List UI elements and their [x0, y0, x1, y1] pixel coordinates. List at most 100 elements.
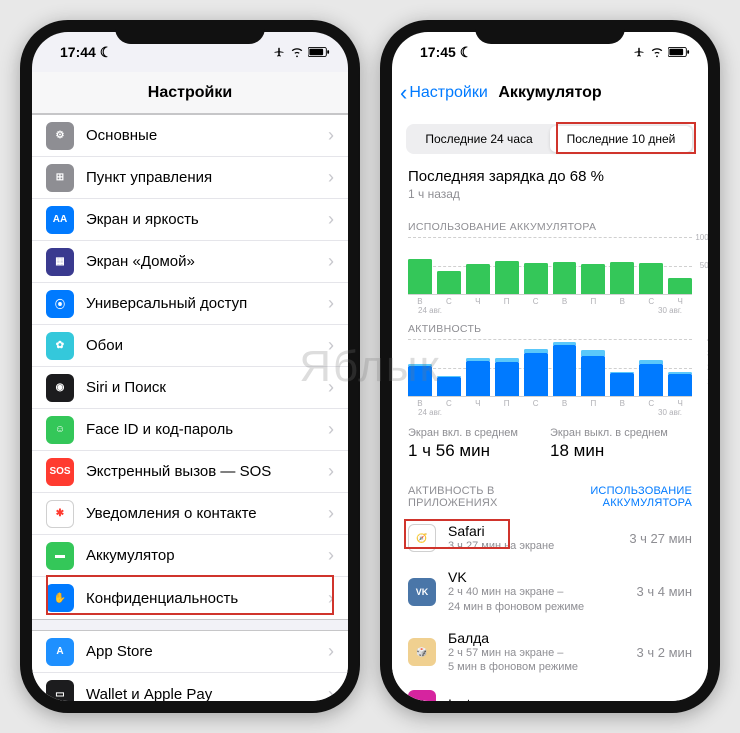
bar — [495, 261, 519, 294]
row-icon: ▬ — [46, 542, 74, 570]
app-row[interactable]: 🎲 Балда2 ч 57 мин на экране –5 мин в фоно… — [392, 622, 708, 683]
settings-row[interactable]: ▬ Аккумулятор› — [32, 535, 348, 577]
stats: Экран вкл. в среднем 1 ч 56 мин Экран вы… — [392, 417, 708, 473]
app-row[interactable]: IGInstagram — [392, 682, 708, 701]
nav-title: Аккумулятор — [498, 84, 601, 102]
screen-left: 17:44 ☾ Настройки ⚙Основные›⊞Пункт управ… — [32, 32, 348, 701]
chevron-right-icon: › — [328, 251, 334, 272]
row-label: Face ID и код-пароль — [86, 421, 328, 438]
nav-back[interactable]: ‹ Настройки — [400, 82, 488, 104]
bar — [581, 264, 605, 294]
usage-chart[interactable]: 100 % 50 % ВСЧПСВПВСЧ 24 авг.30 авг. — [408, 237, 692, 309]
row-icon: ▭ — [46, 680, 74, 701]
app-row[interactable]: 🧭Safari3 ч 27 мин на экране3 ч 27 мин — [392, 515, 708, 561]
settings-row[interactable]: ⦿Универсальный доступ› — [32, 283, 348, 325]
settings-row[interactable]: ▦Экран «Домой»› — [32, 241, 348, 283]
app-icon: 🎲 — [408, 638, 436, 666]
battery-content[interactable]: Последние 24 часа Последние 10 дней Посл… — [392, 114, 708, 701]
last-charge: Последняя зарядка до 68 % 1 ч назад — [392, 158, 708, 207]
phone-left: 17:44 ☾ Настройки ⚙Основные›⊞Пункт управ… — [20, 20, 360, 713]
airplane-icon — [632, 46, 646, 58]
status-time: 17:44 ☾ — [60, 44, 112, 61]
chevron-right-icon: › — [328, 684, 334, 702]
seg-10d[interactable]: Последние 10 дней — [550, 126, 692, 152]
bar — [581, 356, 605, 397]
app-name: Instagram — [448, 696, 692, 701]
bar — [524, 353, 548, 396]
settings-content[interactable]: ⚙Основные›⊞Пункт управления› AA Экран и яр… — [32, 114, 348, 701]
chevron-right-icon: › — [328, 125, 334, 146]
row-icon: ⚙ — [46, 122, 74, 150]
row-label: Уведомления о контакте — [86, 505, 328, 522]
screen-on-label: Экран вкл. в среднем — [408, 427, 550, 439]
chevron-left-icon: ‹ — [400, 82, 407, 104]
row-label: Экран и яркость — [86, 211, 328, 228]
row-icon: ▦ — [46, 248, 74, 276]
tab-app-activity[interactable]: АКТИВНОСТЬ В ПРИЛОЖЕНИЯХ — [408, 485, 570, 509]
chevron-right-icon: › — [328, 545, 334, 566]
settings-row[interactable]: ⊞Пункт управления› — [32, 157, 348, 199]
app-name: VK — [448, 569, 637, 585]
nav-title: Настройки — [148, 84, 232, 102]
settings-row[interactable]: AAЭкран и яркость› — [32, 199, 348, 241]
row-icon: SOS — [46, 458, 74, 486]
app-row[interactable]: VKVK2 ч 40 мин на экране –24 мин в фонов… — [392, 561, 708, 622]
bar — [610, 262, 634, 294]
app-sub: 2 ч 57 мин на экране –5 мин в фоновом ре… — [448, 646, 637, 675]
row-icon: ⦿ — [46, 290, 74, 318]
seg-24h[interactable]: Последние 24 часа — [408, 126, 550, 152]
app-total: 3 ч 27 мин — [629, 531, 692, 546]
y-2h: 2 ч — [707, 363, 708, 372]
settings-row[interactable]: ◉Siri и Поиск› — [32, 367, 348, 409]
status-right — [272, 46, 330, 58]
chevron-right-icon: › — [328, 503, 334, 524]
screen-right: 17:45 ☾ ‹ Настройки Аккумулятор Последни… — [392, 32, 708, 701]
settings-row[interactable]: SOSЭкстренный вызов — SOS› — [32, 451, 348, 493]
wifi-icon — [290, 46, 304, 58]
row-icon: ☺ — [46, 416, 74, 444]
row-label: Универсальный доступ — [86, 295, 328, 312]
settings-row[interactable]: ✿Обои› — [32, 325, 348, 367]
app-icon: VK — [408, 578, 436, 606]
activity-label: АКТИВНОСТЬ — [408, 323, 692, 335]
bar — [639, 263, 663, 294]
screen-off-label: Экран выкл. в среднем — [550, 427, 692, 439]
row-label: Wallet и Apple Pay — [86, 686, 328, 702]
navbar: ‹ Настройки Аккумулятор — [392, 72, 708, 114]
phone-right: 17:45 ☾ ‹ Настройки Аккумулятор Последни… — [380, 20, 720, 713]
y-1h: 1 ч — [707, 377, 708, 386]
settings-row[interactable]: ✋Конфиденциальность› — [32, 577, 348, 619]
row-label: Конфиденциальность — [86, 590, 328, 607]
row-label: Экстренный вызов — SOS — [86, 463, 328, 480]
bar — [668, 278, 692, 294]
settings-row[interactable]: ✱Уведомления о контакте› — [32, 493, 348, 535]
settings-row[interactable]: AApp Store› — [32, 631, 348, 673]
bar — [408, 366, 432, 396]
settings-row[interactable]: ▭ Wallet и Apple Pay› — [32, 673, 348, 701]
row-label: Пункт управления — [86, 169, 328, 186]
settings-row[interactable]: ⚙Основные› — [32, 115, 348, 157]
battery-icon — [668, 46, 690, 58]
activity-chart[interactable]: 4 ч 3 ч 2 ч 1 ч ВСЧПСВПВСЧ 24 авг.30 авг… — [408, 339, 692, 411]
row-icon: AA — [46, 206, 74, 234]
app-total: 3 ч 4 мин — [637, 584, 692, 599]
bar — [524, 263, 548, 294]
status-right — [632, 46, 690, 58]
usage-label: ИСПОЛЬЗОВАНИЕ АККУМУЛЯТОРА — [408, 221, 692, 233]
activity-tabs: АКТИВНОСТЬ В ПРИЛОЖЕНИЯХ ИСПОЛЬЗОВАНИЕ А… — [392, 473, 708, 515]
status-time: 17:45 ☾ — [420, 44, 472, 61]
bar — [610, 373, 634, 396]
row-label: Аккумулятор — [86, 547, 328, 564]
app-sub: 3 ч 27 мин на экране — [448, 539, 629, 553]
app-list[interactable]: 🧭Safari3 ч 27 мин на экране3 ч 27 мин VK V… — [392, 515, 708, 701]
segmented-control[interactable]: Последние 24 часа Последние 10 дней — [406, 124, 694, 154]
y-50: 50 % — [700, 261, 708, 270]
app-name: Safari — [448, 523, 629, 539]
bar — [553, 345, 577, 396]
tab-battery-usage[interactable]: ИСПОЛЬЗОВАНИЕ АККУМУЛЯТОРА — [590, 485, 692, 509]
y-100: 100 % — [695, 233, 708, 242]
airplane-icon — [272, 46, 286, 58]
bar — [408, 259, 432, 294]
settings-row[interactable]: ☺Face ID и код-пароль› — [32, 409, 348, 451]
app-name: Балда — [448, 630, 637, 646]
